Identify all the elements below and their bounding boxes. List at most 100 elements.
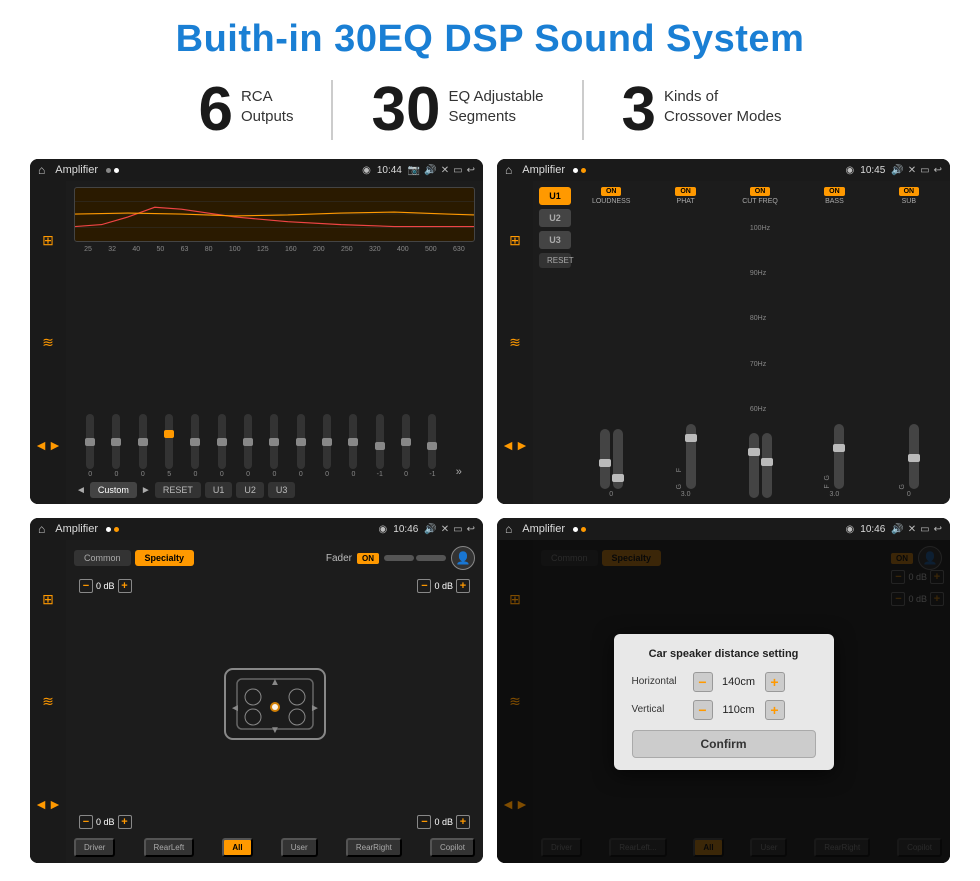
svg-text:▲: ▲ — [270, 677, 280, 688]
slider-8[interactable]: 0 — [289, 414, 313, 478]
cutfreq-slider1[interactable] — [749, 433, 759, 498]
specialty-tab[interactable]: Specialty — [135, 550, 195, 566]
fader-on-badge[interactable]: ON — [357, 553, 379, 564]
fader-user-icon[interactable]: 👤 — [451, 546, 475, 570]
freq-25: 25 — [84, 246, 92, 253]
fader-home-icon[interactable]: ⌂ — [38, 522, 45, 536]
loudness-slider[interactable] — [600, 429, 610, 489]
stats-row: 6 RCAOutputs 30 EQ AdjustableSegments 3 … — [30, 79, 950, 141]
cutfreq-on[interactable]: ON — [750, 187, 771, 196]
cross-sidebar-icon1[interactable]: ⊞ — [509, 232, 521, 249]
reset-btn[interactable]: RESET — [155, 482, 201, 498]
cutfreq-slider2[interactable] — [762, 433, 772, 498]
fader-dot2 — [114, 527, 119, 532]
camera-icon: 📷 — [408, 165, 420, 176]
dialog-time: 10:46 — [860, 524, 885, 535]
slider-6[interactable]: 0 — [236, 414, 260, 478]
copilot-btn[interactable]: Copilot — [430, 838, 475, 857]
horizontal-minus-btn[interactable]: − — [693, 672, 713, 692]
db-minus-tr[interactable]: − — [417, 579, 431, 593]
fader-sidebar-icon1[interactable]: ⊞ — [42, 591, 54, 608]
custom-btn[interactable]: Custom — [90, 482, 137, 498]
cross-reset-btn[interactable]: RESET — [539, 253, 571, 268]
slider-4[interactable]: 0 — [183, 414, 207, 478]
eq-status-bar: ⌂ Amplifier ◉ 10:44 📷 🔊 ✕ ▭ ↩ — [30, 159, 483, 181]
stat-eq-number: 30 — [371, 79, 440, 141]
fader-sidebar-icon2[interactable]: ≋ — [42, 693, 54, 710]
u2-btn[interactable]: U2 — [236, 482, 264, 498]
driver-btn[interactable]: Driver — [74, 838, 115, 857]
main-title: Buith-in 30EQ DSP Sound System — [176, 18, 805, 61]
slider-2[interactable]: 0 — [131, 414, 155, 478]
bass-slider[interactable] — [834, 424, 844, 489]
cross-screen-title: Amplifier — [522, 164, 565, 176]
confirm-button[interactable]: Confirm — [632, 730, 816, 758]
db-plus-tl[interactable]: + — [118, 579, 132, 593]
fader-dot1 — [106, 527, 111, 532]
slider-3[interactable]: 5 — [157, 414, 181, 478]
location-icon: ◉ — [362, 165, 371, 176]
common-tab[interactable]: Common — [74, 550, 131, 566]
cross-back-icon[interactable]: ↩ — [934, 165, 942, 176]
db-val-tr: 0 dB — [434, 581, 453, 591]
fader-back-icon[interactable]: ↩ — [467, 524, 475, 535]
slider-5[interactable]: 0 — [210, 414, 234, 478]
sub-slider[interactable] — [909, 424, 919, 489]
user-btn[interactable]: User — [281, 838, 318, 857]
stat-rca: 6 RCAOutputs — [160, 79, 331, 141]
dialog-dot1 — [573, 527, 578, 532]
next-arrow[interactable]: ► — [141, 485, 151, 496]
fader-h-track2[interactable] — [416, 555, 446, 561]
slider-expand[interactable]: » — [447, 466, 471, 478]
eq-sidebar-icon2[interactable]: ≋ — [42, 334, 54, 351]
slider-7[interactable]: 0 — [262, 414, 286, 478]
sub-on[interactable]: ON — [899, 187, 920, 196]
u1-btn[interactable]: U1 — [205, 482, 233, 498]
db-plus-tr[interactable]: + — [456, 579, 470, 593]
phat-on[interactable]: ON — [675, 187, 696, 196]
eq-sidebar-icon3[interactable]: ◄► — [34, 437, 62, 453]
rearright-btn[interactable]: RearRight — [346, 838, 402, 857]
db-minus-br[interactable]: − — [417, 815, 431, 829]
u3-btn[interactable]: U3 — [268, 482, 296, 498]
cross-dot1 — [573, 168, 578, 173]
loudness-on[interactable]: ON — [601, 187, 622, 196]
eq-sidebar-icon1[interactable]: ⊞ — [42, 232, 54, 249]
slider-9[interactable]: 0 — [315, 414, 339, 478]
u3-button[interactable]: U3 — [539, 231, 571, 249]
db-plus-br[interactable]: + — [456, 815, 470, 829]
home-icon[interactable]: ⌂ — [38, 163, 45, 177]
cross-sidebar-icon3[interactable]: ◄► — [501, 437, 529, 453]
cross-sidebar-icon2[interactable]: ≋ — [509, 334, 521, 351]
slider-13[interactable]: -1 — [420, 414, 444, 478]
db-minus-bl[interactable]: − — [79, 815, 93, 829]
prev-arrow[interactable]: ◄ — [76, 485, 86, 496]
slider-0[interactable]: 0 — [78, 414, 102, 478]
u2-button[interactable]: U2 — [539, 209, 571, 227]
bass-on[interactable]: ON — [824, 187, 845, 196]
slider-1[interactable]: 0 — [104, 414, 128, 478]
vertical-plus-btn[interactable]: + — [765, 700, 785, 720]
db-plus-bl[interactable]: + — [118, 815, 132, 829]
sliders-row: 0 0 0 5 0 0 0 0 0 0 0 -1 0 -1 » — [74, 257, 475, 478]
fader-h-track1[interactable] — [384, 555, 414, 561]
slider-12[interactable]: 0 — [394, 414, 418, 478]
all-btn[interactable]: All — [222, 838, 252, 857]
back-icon[interactable]: ↩ — [467, 165, 475, 176]
slider-10[interactable]: 0 — [341, 414, 365, 478]
rearleft-btn[interactable]: RearLeft — [144, 838, 195, 857]
dialog-home-icon[interactable]: ⌂ — [505, 522, 512, 536]
vertical-label: Vertical — [632, 704, 687, 715]
vertical-minus-btn[interactable]: − — [693, 700, 713, 720]
horizontal-plus-btn[interactable]: + — [765, 672, 785, 692]
loudness-slider2[interactable] — [613, 429, 623, 489]
eq-screen-title: Amplifier — [55, 164, 98, 176]
slider-11[interactable]: -1 — [368, 414, 392, 478]
u1-button[interactable]: U1 — [539, 187, 571, 205]
phat-slider[interactable] — [686, 424, 696, 489]
cross-home-icon[interactable]: ⌂ — [505, 163, 512, 177]
fader-sidebar-icon3[interactable]: ◄► — [34, 796, 62, 812]
db-minus-tl[interactable]: − — [79, 579, 93, 593]
dialog-back-icon[interactable]: ↩ — [934, 524, 942, 535]
eq-controls: ◄ Custom ► RESET U1 U2 U3 — [74, 482, 475, 498]
